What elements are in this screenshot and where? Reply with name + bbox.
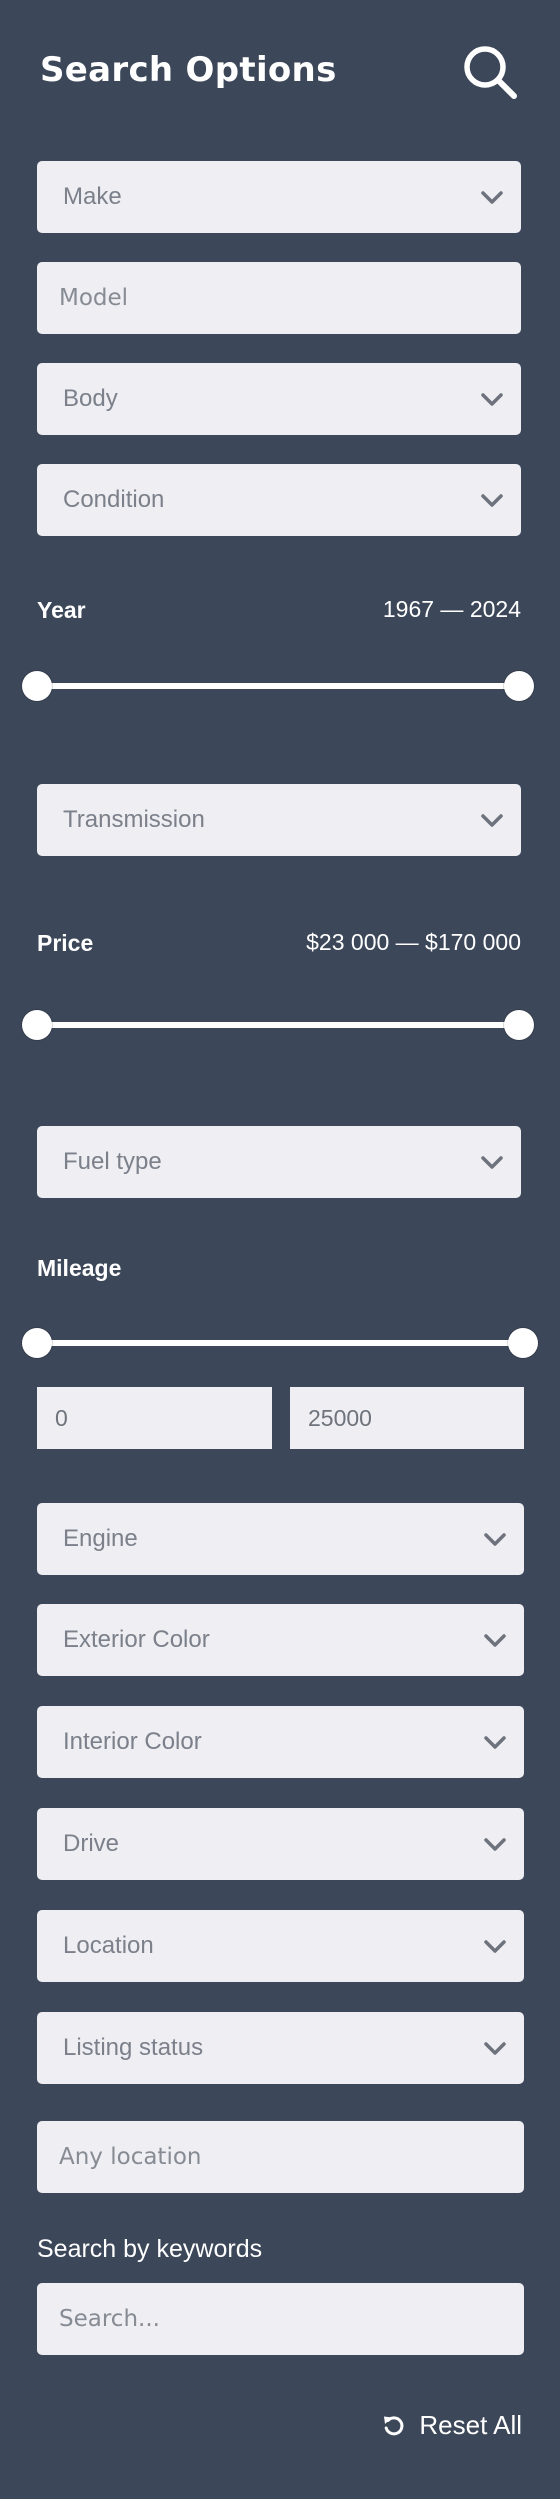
exterior-color-select[interactable]: Exterior Color	[37, 1604, 524, 1676]
chevron-down-icon	[484, 1736, 506, 1749]
year-min-handle[interactable]	[22, 671, 52, 701]
price-min-handle[interactable]	[22, 1010, 52, 1040]
chevron-down-icon	[481, 494, 503, 507]
price-slider-track[interactable]	[37, 1022, 520, 1028]
mileage-label: Mileage	[37, 1255, 122, 1281]
engine-select[interactable]: Engine	[37, 1503, 524, 1575]
chevron-down-icon	[481, 191, 503, 204]
listing-status-label: Listing status	[63, 2034, 204, 2061]
make-label: Make	[63, 183, 122, 210]
chevron-down-icon	[484, 2042, 506, 2055]
search-icon[interactable]	[460, 42, 520, 102]
keywords-search-input[interactable]	[37, 2283, 524, 2355]
year-range-text: 1967 — 2024	[382, 596, 521, 622]
mileage-min-input[interactable]	[37, 1387, 272, 1449]
condition-select[interactable]: Condition	[37, 464, 521, 536]
reset-icon	[384, 2415, 404, 2435]
price-range-text: $23 000 — $170 000	[306, 929, 521, 955]
mileage-max-handle[interactable]	[508, 1328, 538, 1358]
model-input[interactable]	[37, 262, 521, 334]
mileage-slider-track[interactable]	[37, 1340, 524, 1346]
fuel-type-select[interactable]: Fuel type	[37, 1126, 521, 1198]
chevron-down-icon	[484, 1533, 506, 1546]
year-label: Year	[37, 597, 86, 623]
year-slider-track[interactable]	[37, 683, 520, 689]
reset-all-button[interactable]: Reset All	[381, 2410, 522, 2441]
drive-label: Drive	[63, 1830, 120, 1857]
keywords-label: Search by keywords	[37, 2235, 263, 2263]
chevron-down-icon	[481, 393, 503, 406]
panel-header: Search Options	[40, 40, 520, 104]
chevron-down-icon	[481, 814, 503, 827]
body-select[interactable]: Body	[37, 363, 521, 435]
mileage-max-input[interactable]	[290, 1387, 524, 1449]
year-max-handle[interactable]	[504, 671, 534, 701]
interior-color-label: Interior Color	[63, 1728, 202, 1755]
reset-all-label: Reset All	[419, 2410, 522, 2440]
mileage-min-handle[interactable]	[22, 1328, 52, 1358]
drive-select[interactable]: Drive	[37, 1808, 524, 1880]
search-options-panel: Search Options Make Body Condition Year …	[0, 0, 560, 2499]
listing-status-select[interactable]: Listing status	[37, 2012, 524, 2084]
chevron-down-icon	[484, 1940, 506, 1953]
interior-color-select[interactable]: Interior Color	[37, 1706, 524, 1778]
location-select[interactable]: Location	[37, 1910, 524, 1982]
fuel-type-label: Fuel type	[63, 1148, 162, 1175]
panel-title: Search Options	[40, 50, 337, 90]
condition-label: Condition	[63, 486, 165, 513]
make-select[interactable]: Make	[37, 161, 521, 233]
any-location-input[interactable]	[37, 2121, 524, 2193]
transmission-label: Transmission	[63, 806, 205, 833]
location-label: Location	[63, 1932, 154, 1959]
chevron-down-icon	[481, 1156, 503, 1169]
transmission-select[interactable]: Transmission	[37, 784, 521, 856]
engine-label: Engine	[63, 1525, 138, 1552]
chevron-down-icon	[484, 1838, 506, 1851]
exterior-color-label: Exterior Color	[63, 1626, 210, 1653]
chevron-down-icon	[484, 1634, 506, 1647]
body-label: Body	[63, 385, 118, 412]
price-max-handle[interactable]	[504, 1010, 534, 1040]
price-label: Price	[37, 930, 94, 956]
